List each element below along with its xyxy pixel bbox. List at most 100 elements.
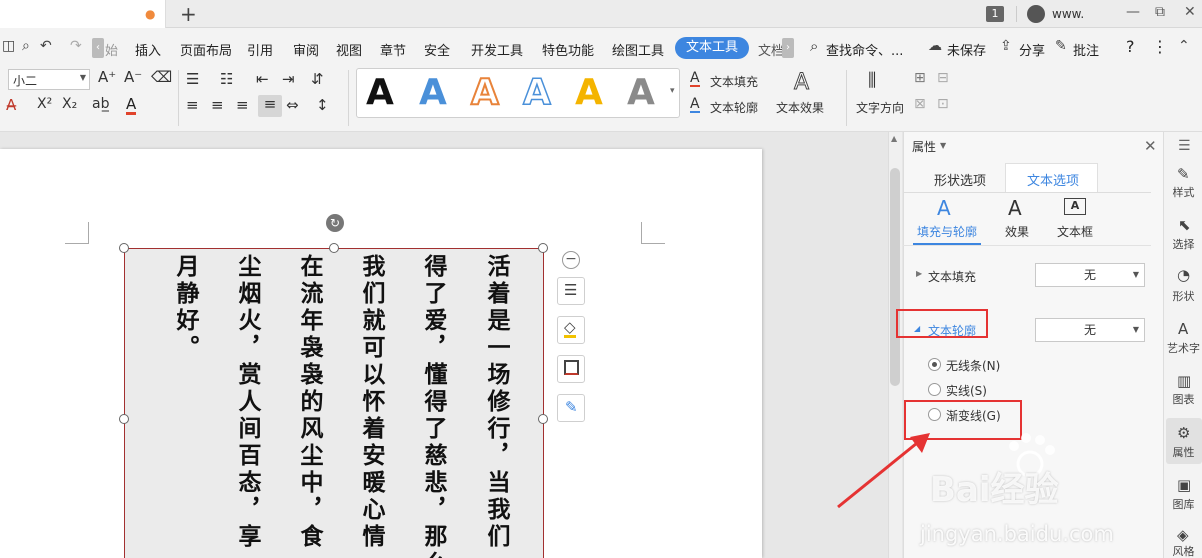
collapse-toolbar-icon[interactable]: − [562,251,580,269]
art-style-gold[interactable]: A [575,72,603,113]
minimize-button[interactable]: — [1126,4,1140,20]
line-spacing-icon[interactable]: ↕ [316,96,329,114]
scroll-thumb[interactable] [890,168,900,386]
align-center-icon[interactable]: ≡ [211,96,224,114]
shrink-font-icon[interactable]: A⁻ [124,68,142,86]
radio-solid-line-label[interactable]: 实线(S) [946,382,987,399]
char-shading-icon[interactable]: ab̲ [92,96,109,112]
link-textbox-icon[interactable]: ⊟ [937,70,949,86]
menu-item-partial[interactable]: 始 [105,40,118,59]
numbered-list-icon[interactable]: ☷ [220,70,233,88]
text-direction-button[interactable]: 文字方向 [856,99,904,116]
resize-handle[interactable] [538,243,548,253]
sidebar-item-chart[interactable]: 图表 [1165,391,1202,407]
more-button[interactable]: ⋮ [1152,37,1168,56]
art-style-blue[interactable]: A [419,72,447,113]
decrease-indent-icon[interactable]: ⇤ [256,70,269,88]
panel-close-button[interactable]: ✕ [1144,137,1157,155]
sidebar-item-select[interactable]: 选择 [1165,236,1202,252]
sidebar-item-shape[interactable]: 形状 [1165,288,1202,304]
menu-item-insert[interactable]: 插入 [135,40,161,59]
avatar[interactable] [1027,5,1045,23]
collapse-icon[interactable]: ◢ [914,324,920,333]
radio-no-line[interactable] [928,358,941,371]
align-left-icon[interactable]: ≡ [186,96,199,114]
menu-item-layout[interactable]: 页面布局 [180,40,232,59]
superscript-icon[interactable]: X² [37,96,52,112]
search-icon[interactable]: ⌕ [810,37,818,55]
sidebar-item-style[interactable]: 样式 [1165,184,1202,200]
radio-gradient-line[interactable] [928,408,941,421]
grow-font-icon[interactable]: A⁺ [98,68,116,86]
share-button[interactable]: 分享 [1019,40,1045,59]
radio-no-line-label[interactable]: 无线条(N) [946,357,1000,374]
text-fill-button[interactable]: 文本填充 [710,73,758,90]
resize-handle[interactable] [119,414,129,424]
preview-icon[interactable]: ◫ [2,38,15,54]
new-tab-button[interactable]: + [180,2,197,26]
text-outline-dropdown[interactable]: 无 ▼ [1035,318,1145,342]
sidebar-item-gallery[interactable]: 图库 [1165,496,1202,512]
resize-handle[interactable] [538,414,548,424]
increase-indent-icon[interactable]: ⇥ [282,70,295,88]
menu-item-view[interactable]: 视图 [336,40,362,59]
expand-icon[interactable]: ▶ [916,269,922,278]
menu-item-text-tools[interactable]: 文本工具 [675,37,749,59]
subtab-effect[interactable]: 效果 [1005,223,1029,240]
shape-outline-button[interactable] [557,355,585,383]
subscript-icon[interactable]: X₂ [62,96,77,112]
print-preview-icon[interactable]: ⌕ [22,38,30,54]
sidebar-item-theme[interactable]: 风格 [1165,543,1202,558]
redo-icon[interactable]: ↷ [70,38,82,54]
clear-format-icon[interactable]: ⌫ [151,68,172,86]
text-fill-section[interactable]: 文本填充 [928,268,976,285]
rotate-handle-icon[interactable]: ↻ [326,214,344,232]
menu-item-security[interactable]: 安全 [424,40,450,59]
next-textbox-icon[interactable]: ⊡ [937,96,949,112]
text-orientation-icon[interactable]: ⇵ [311,70,324,88]
menu-item-reference[interactable]: 引用 [247,40,273,59]
distribute-icon[interactable]: ⇔ [286,96,299,114]
tab-shape-options[interactable]: 形状选项 [934,170,986,189]
text-outline-section[interactable]: 文本轮廓 [928,322,976,339]
text-outline-button[interactable]: 文本轮廓 [710,99,758,116]
align-text-icon[interactable]: ⊞ [914,70,926,86]
restore-button[interactable]: ⧉ [1155,4,1165,20]
menu-item-developer[interactable]: 开发工具 [471,40,523,59]
user-name[interactable]: www. [1052,7,1084,21]
text-effect-button[interactable]: 文本效果 [776,99,824,116]
radio-solid-line[interactable] [928,383,941,396]
menu-item-drawing-tools[interactable]: 绘图工具 [612,40,664,59]
menu-item-chapter[interactable]: 章节 [380,40,406,59]
menu-scroll-right-icon[interactable]: › [782,38,794,58]
format-painter-button[interactable]: ✎ [557,394,585,422]
subtab-textbox[interactable]: 文本框 [1057,223,1093,240]
justify-icon[interactable]: ≡ [258,95,282,117]
font-color-icon[interactable]: A [126,96,137,115]
resize-handle[interactable] [119,243,129,253]
align-right-icon[interactable]: ≡ [236,96,249,114]
resize-handle[interactable] [329,243,339,253]
menu-item-features[interactable]: 特色功能 [542,40,594,59]
sidebar-item-wordart[interactable]: 艺术字 [1165,340,1202,356]
comment-button[interactable]: 批注 [1073,40,1099,59]
menu-scroll-left-icon[interactable]: ‹ [92,38,104,58]
art-style-black[interactable]: A [366,72,394,113]
unsaved-status[interactable]: 未保存 [947,40,986,59]
undo-icon[interactable]: ↶ [40,38,52,54]
help-button[interactable]: ? [1126,37,1135,56]
document-tab[interactable] [0,0,166,28]
panel-title[interactable]: 属性 [912,138,936,155]
gallery-expand-icon[interactable]: ▾ [670,86,675,96]
shape-fill-button[interactable]: ◇ [557,316,585,344]
subtab-fill-outline[interactable]: 填充与轮廓 [917,223,977,240]
scroll-up-icon[interactable]: ▲ [891,134,897,143]
strikethrough-icon[interactable]: A̶ [6,96,16,114]
art-style-blue-outline[interactable]: A [522,71,551,114]
bullet-list-icon[interactable]: ☰ [186,70,199,88]
menu-item-review[interactable]: 审阅 [293,40,319,59]
close-window-button[interactable]: ✕ [1184,4,1196,20]
collapse-ribbon-icon[interactable]: ⌃ [1178,38,1190,54]
search-command[interactable]: 查找命令、... [826,40,903,59]
wrap-text-button[interactable]: ☰ [557,277,585,305]
